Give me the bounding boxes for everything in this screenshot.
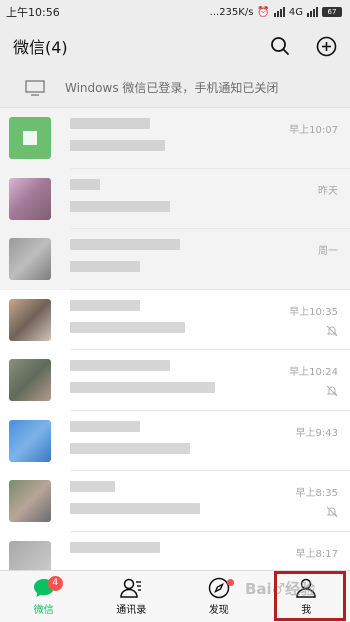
chat-time: 早上9:43	[295, 427, 338, 439]
blurred-name	[70, 420, 140, 432]
blurred-message	[70, 321, 185, 333]
chat-time: 早上10:07	[289, 125, 338, 136]
status-bar: 上午10:56 ...235K/s ⏰ 4G 67	[0, 0, 350, 24]
chat-item[interactable]: 早上10:07	[0, 108, 350, 169]
add-button[interactable]	[314, 34, 338, 58]
blurred-message	[70, 261, 140, 272]
blurred-message	[70, 382, 215, 393]
bottom-nav: 4 微信 通讯录 发现 我	[0, 570, 350, 622]
chat-list: 早上10:07 昨天 周一 早上10:35 早上10:24 早上9:43 早上8…	[0, 108, 350, 570]
signal-icon-2	[307, 7, 318, 17]
avatar	[9, 238, 51, 281]
network-type: 4G	[288, 6, 303, 18]
chat-item[interactable]: 早上10:35	[0, 289, 350, 350]
app-header: 微信(4)	[0, 24, 350, 68]
battery-icon: 67	[322, 7, 342, 17]
person-icon	[296, 578, 317, 598]
avatar	[9, 117, 51, 160]
avatar	[9, 419, 51, 462]
windows-login-notice[interactable]: Windows 微信已登录，手机通知已关闭	[0, 68, 350, 108]
chat-time: 周一	[318, 246, 338, 257]
blurred-message	[70, 442, 190, 454]
blurred-name	[70, 118, 150, 129]
search-icon	[271, 37, 289, 55]
chat-item[interactable]: 早上8:35	[0, 471, 350, 532]
tab-chats-label: 微信	[33, 605, 54, 616]
blurred-name	[70, 239, 180, 250]
blurred-message	[70, 503, 200, 514]
avatar	[9, 359, 51, 402]
chat-time: 昨天	[318, 185, 338, 197]
chat-time: 早上10:24	[289, 367, 338, 378]
chat-time: 早上8:35	[295, 488, 338, 499]
chat-item[interactable]: 早上9:43	[0, 410, 350, 471]
status-time: 上午10:56	[6, 6, 60, 19]
tab-contacts[interactable]: 通讯录	[88, 571, 176, 622]
monitor-icon	[25, 79, 45, 96]
status-indicators: ...235K/s ⏰ 4G 67	[210, 7, 342, 18]
tab-discover-label: 发现	[208, 605, 229, 616]
avatar	[9, 177, 51, 220]
page-title: 微信(4)	[13, 38, 68, 57]
unread-badge: 4	[47, 576, 63, 591]
blurred-name	[70, 360, 170, 371]
tab-me[interactable]: 我	[263, 571, 350, 622]
chat-item[interactable]: 昨天	[0, 168, 350, 229]
avatar	[9, 540, 51, 570]
chat-item[interactable]: 早上10:24	[0, 350, 350, 411]
mute-bell-icon	[326, 325, 338, 336]
blurred-name	[70, 481, 115, 492]
plus-circle-icon	[316, 36, 336, 56]
new-dot	[226, 579, 234, 586]
chat-item[interactable]: 早上8:17	[0, 531, 350, 570]
chat-time: 早上8:17	[295, 548, 338, 560]
mute-bell-icon	[326, 506, 338, 518]
notice-text: Windows 微信已登录，手机通知已关闭	[65, 81, 279, 95]
search-button[interactable]	[268, 34, 292, 58]
blurred-message	[70, 200, 170, 212]
chat-time: 早上10:35	[289, 306, 338, 318]
blurred-name	[70, 178, 100, 190]
chat-item[interactable]: 周一	[0, 229, 350, 290]
net-speed: ...235K/s	[209, 6, 254, 18]
tab-me-label: 我	[301, 605, 312, 616]
mute-bell-icon	[326, 385, 338, 397]
tab-contacts-label: 通讯录	[116, 605, 147, 616]
blurred-name	[70, 299, 140, 311]
tab-discover[interactable]: 发现	[175, 571, 263, 622]
alarm-icon: ⏰	[257, 6, 270, 18]
avatar	[9, 480, 51, 523]
blurred-name	[70, 541, 160, 553]
blurred-message	[70, 140, 165, 151]
header-actions	[268, 34, 338, 58]
avatar	[9, 298, 51, 341]
tab-chats[interactable]: 4 微信	[0, 571, 88, 622]
signal-icon	[273, 7, 285, 17]
contacts-icon	[120, 578, 142, 598]
